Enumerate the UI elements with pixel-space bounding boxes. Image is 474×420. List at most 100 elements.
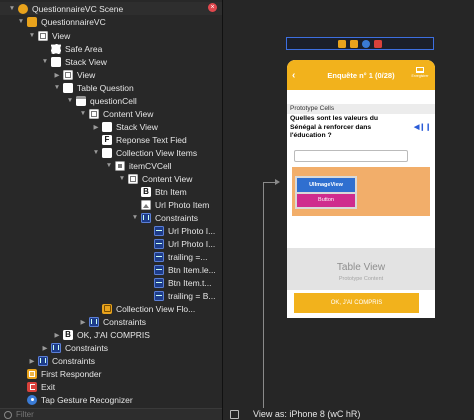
table-view-icon	[63, 82, 73, 93]
disclosure-collapsed-icon[interactable]: ▶	[28, 356, 36, 366]
disclosure-expanded-icon[interactable]: ▼	[41, 57, 49, 67]
safe-area-icon	[51, 43, 61, 54]
phone-mockup[interactable]: ‹ Enquête n° 1 (0/28) Enregistrer Protot…	[287, 60, 435, 318]
disclosure-expanded-icon[interactable]: ▼	[131, 213, 139, 223]
disclosure-collapsed-icon[interactable]: ▶	[53, 70, 61, 80]
disclosure-collapsed-icon[interactable]: ▶	[53, 330, 61, 340]
outline-row-label: Table Question	[77, 82, 134, 93]
view-as-label[interactable]: View as: iPhone 8 (wC hR)	[253, 409, 360, 419]
save-button[interactable]: Enregistrer	[409, 67, 431, 78]
outline-row[interactable]: ▼ Content View	[0, 107, 222, 120]
outline-row-label: Collection View Flo...	[116, 303, 196, 314]
constraint-icon	[154, 225, 164, 236]
image-view[interactable]: UIImageView	[297, 178, 355, 192]
outline-row-label: Btn Item.t...	[168, 277, 212, 288]
outline-row[interactable]: ▼ QuestionnaireVC	[0, 15, 222, 28]
outline-row[interactable]: Safe Area	[0, 42, 222, 55]
outline-row[interactable]: ▼ Collection View Items	[0, 146, 222, 159]
outline-row[interactable]: ▶ Constraints	[0, 354, 222, 367]
disclosure-expanded-icon[interactable]: ▼	[105, 161, 113, 171]
constraint-icon	[154, 290, 164, 301]
outline-row[interactable]: ▼ Constraints	[0, 211, 222, 224]
prototype-cells-header: Prototype Cells	[287, 104, 435, 114]
disclosure-expanded-icon[interactable]: ▼	[118, 174, 126, 184]
ok-button[interactable]: OK, J'AI COMPRIS	[294, 293, 419, 313]
outline-row[interactable]: Exit	[0, 380, 222, 393]
disclosure-collapsed-icon[interactable]: ▶	[92, 122, 100, 132]
outline-row[interactable]: Tap Gesture Recognizer	[0, 393, 222, 406]
outline-row[interactable]: First Responder	[0, 367, 222, 380]
outline-row-label: First Responder	[41, 368, 102, 379]
table-view-subtitle: Prototype Content	[338, 276, 384, 282]
outline-row[interactable]: Btn Item.t...	[0, 276, 222, 289]
first-responder-icon	[27, 368, 37, 379]
outline-row-label: Exit	[41, 381, 56, 392]
outline-row-label: Content View	[142, 173, 193, 184]
disclosure-expanded-icon[interactable]: ▼	[53, 83, 61, 93]
outline-row[interactable]: trailing = B...	[0, 289, 222, 302]
disclosure-expanded-icon[interactable]: ▼	[92, 148, 100, 158]
outline-row[interactable]: Collection View Flo...	[0, 302, 222, 315]
outline-row[interactable]: ▼ View	[0, 29, 222, 42]
outline-row[interactable]: ▼ Stack View	[0, 55, 222, 68]
outline-row-label: Stack View	[65, 56, 107, 67]
outline-row[interactable]: Btn Item.le...	[0, 263, 222, 276]
disclosure-expanded-icon[interactable]: ▼	[66, 96, 74, 106]
disclosure-expanded-icon[interactable]: ▼	[28, 31, 36, 41]
canvas-bottom-bar: View as: iPhone 8 (wC hR)	[223, 408, 474, 420]
outline-row-label: OK, J'AI COMPRIS	[77, 329, 150, 340]
outline-row[interactable]: ▶ Constraints	[0, 341, 222, 354]
constraints-icon	[38, 355, 48, 366]
segue-line	[263, 182, 264, 412]
outline-row[interactable]: ▶ Stack View	[0, 120, 222, 133]
first-responder-icon[interactable]	[350, 39, 358, 48]
tap-gesture-icon[interactable]	[362, 39, 370, 48]
outline-row[interactable]: ▶ Constraints	[0, 315, 222, 328]
outline-row[interactable]: Url Photo I...	[0, 237, 222, 250]
audio-play-icon[interactable]: ◀❙❙	[414, 123, 431, 131]
tap-gesture-icon	[27, 394, 37, 405]
outline-row[interactable]: F Reponse Text Fied	[0, 133, 222, 146]
scene-dock	[286, 37, 434, 50]
outline-row[interactable]: ▶ B OK, J'AI COMPRIS	[0, 328, 222, 341]
filter-input[interactable]: Filter	[16, 410, 34, 419]
response-text-field[interactable]	[294, 150, 408, 162]
disclosure-expanded-icon[interactable]: ▼	[8, 4, 16, 14]
view-controller-icon[interactable]	[338, 39, 346, 48]
outline-row[interactable]: ▶ View	[0, 68, 222, 81]
segue-arrow-icon[interactable]	[275, 179, 280, 185]
item-button[interactable]: Button	[297, 194, 355, 207]
outline-row[interactable]: ▼ itemCVCell	[0, 159, 222, 172]
outline-row[interactable]: ▼ QuestionnaireVC Scene	[0, 2, 222, 15]
outline-row[interactable]: ▼ questionCell	[0, 94, 222, 107]
table-view-placeholder[interactable]: Table View Prototype Content	[287, 248, 435, 290]
outline-row[interactable]: Url Photo Item	[0, 198, 222, 211]
question-label[interactable]: Quelles sont les valeurs du Sénégal à re…	[290, 115, 400, 141]
close-icon[interactable]: ×	[208, 3, 217, 12]
outline-row-label: Safe Area	[65, 43, 103, 54]
disclosure-collapsed-icon[interactable]: ▶	[79, 317, 87, 327]
disclosure-collapsed-icon[interactable]: ▶	[41, 343, 49, 353]
outline-row[interactable]: ▼ Table Question	[0, 81, 222, 94]
outline-row[interactable]: B Btn Item	[0, 185, 222, 198]
outline-row-label: QuestionnaireVC	[41, 16, 106, 27]
outline-row-label: Constraints	[65, 342, 108, 353]
outline-row-label: View	[52, 30, 71, 41]
storyboard-canvas[interactable]: ‹ Enquête n° 1 (0/28) Enregistrer Protot…	[223, 0, 474, 420]
exit-icon	[27, 381, 37, 392]
exit-icon[interactable]	[374, 39, 382, 48]
outline-row[interactable]: Url Photo I...	[0, 224, 222, 237]
outline-row[interactable]: ▼ Content View	[0, 172, 222, 185]
disclosure-expanded-icon[interactable]: ▼	[79, 109, 87, 119]
outline-row-label: trailing = B...	[168, 290, 216, 301]
filter-bar[interactable]: Filter	[0, 408, 222, 420]
disclosure-expanded-icon[interactable]: ▼	[17, 17, 25, 27]
outline-row[interactable]: trailing =...	[0, 250, 222, 263]
flow-layout-icon	[102, 303, 112, 314]
device-icon[interactable]	[230, 410, 239, 419]
